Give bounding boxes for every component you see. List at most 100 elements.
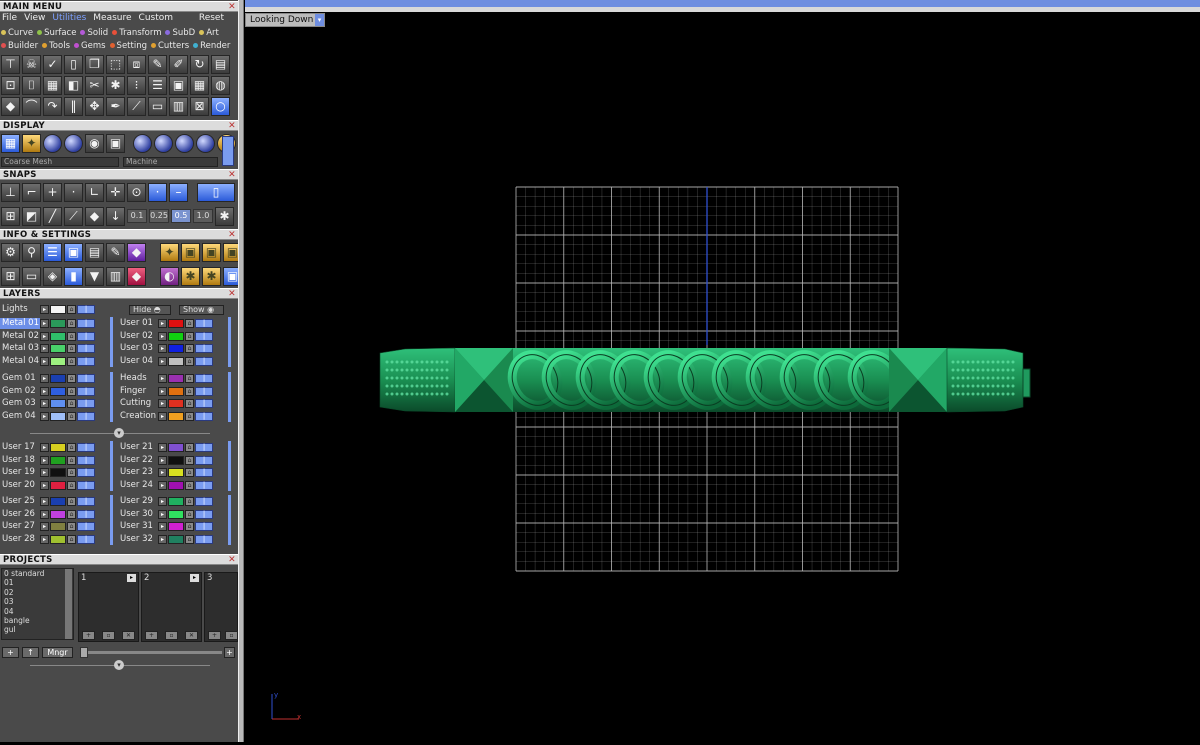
- layer-color-swatch[interactable]: [50, 411, 66, 421]
- lock-icon[interactable]: ⌂: [67, 305, 76, 314]
- doc-icon[interactable]: ▤: [211, 55, 230, 74]
- snap-slash-icon[interactable]: ╱: [43, 207, 62, 226]
- visibility-icon[interactable]: |: [195, 399, 213, 409]
- menu-measure[interactable]: Measure: [93, 12, 131, 25]
- layer-name[interactable]: User 32: [118, 534, 158, 545]
- shapes-icon[interactable]: ◆: [1, 97, 20, 116]
- layer-color-swatch[interactable]: [50, 331, 66, 341]
- arrow-icon[interactable]: ▸: [40, 319, 49, 328]
- layer-color-swatch[interactable]: [168, 356, 184, 366]
- menu-view[interactable]: View: [24, 12, 45, 25]
- render-2-icon[interactable]: ▣: [181, 243, 200, 262]
- close-icon[interactable]: ✕: [228, 555, 236, 566]
- plugin-cutters[interactable]: Cutters: [150, 40, 189, 52]
- layer-row[interactable]: User 18 ▸ ⌂ |: [0, 455, 95, 466]
- layer-color-swatch[interactable]: [50, 522, 66, 532]
- plugin-solid[interactable]: Solid: [80, 27, 108, 39]
- arrow-icon[interactable]: ▸: [158, 455, 167, 465]
- arrow-icon[interactable]: ▸: [158, 509, 167, 519]
- chevron-down-icon[interactable]: ▾: [315, 14, 324, 26]
- layer-color-swatch[interactable]: [168, 319, 184, 328]
- material-3-icon[interactable]: [175, 134, 194, 153]
- project-slot-1[interactable]: 1 ▸ + ▫ ✕: [78, 572, 139, 642]
- reset-button[interactable]: Reset: [199, 12, 224, 25]
- arrow-icon[interactable]: ▸: [127, 574, 136, 582]
- lock-icon[interactable]: ⌂: [67, 509, 76, 519]
- layer-color-swatch[interactable]: [168, 455, 184, 465]
- settings-icon[interactable]: ⚙: [1, 243, 20, 262]
- arrow-icon[interactable]: ▸: [40, 411, 49, 421]
- list-icon[interactable]: ▤: [85, 243, 104, 262]
- 3d-viewport[interactable]: y x: [245, 27, 1200, 742]
- arrow-icon[interactable]: ▸: [40, 443, 49, 452]
- layer-row[interactable]: Heads ▸ ⌂ |: [118, 373, 213, 384]
- layer-color-swatch[interactable]: [168, 344, 184, 354]
- project-item[interactable]: 04: [4, 607, 73, 616]
- lock-icon[interactable]: ⌂: [67, 534, 76, 544]
- layer-row[interactable]: Metal 03 ▸ ⌂ |: [0, 343, 95, 354]
- add-icon[interactable]: +: [208, 631, 221, 640]
- layer-name[interactable]: User 23: [118, 467, 158, 478]
- lights-color[interactable]: [50, 305, 66, 314]
- visibility-icon[interactable]: |: [77, 386, 95, 396]
- visibility-icon[interactable]: |: [77, 356, 95, 366]
- layer-color-swatch[interactable]: [50, 374, 66, 383]
- layer-row[interactable]: Metal 02 ▸ ⌂ |: [0, 331, 95, 342]
- project-item[interactable]: gul: [4, 625, 73, 634]
- layer-name[interactable]: User 02: [118, 331, 158, 342]
- arrow-icon[interactable]: ▸: [40, 356, 49, 366]
- layer-row[interactable]: User 30 ▸ ⌂ |: [118, 509, 213, 520]
- layer-group-bar[interactable]: [110, 441, 113, 491]
- layer-group-bar[interactable]: [228, 441, 231, 491]
- windows-icon[interactable]: ⊞: [1, 267, 20, 286]
- add-project-button[interactable]: +: [2, 647, 19, 658]
- lock-icon[interactable]: ⌂: [67, 399, 76, 409]
- layer-group-bar[interactable]: [228, 317, 231, 367]
- snap-diag-icon[interactable]: ⟋: [64, 207, 83, 226]
- layer-name[interactable]: User 21: [118, 442, 158, 453]
- save-icon[interactable]: ▫: [225, 631, 238, 640]
- layer-row[interactable]: User 22 ▸ ⌂ |: [118, 455, 213, 466]
- layer-row[interactable]: User 26 ▸ ⌂ |: [0, 509, 95, 520]
- delete-icon[interactable]: ✕: [122, 631, 135, 640]
- lock-icon[interactable]: ⌂: [185, 399, 194, 409]
- render-6-icon[interactable]: ✱: [181, 267, 200, 286]
- close-icon[interactable]: ✕: [228, 230, 236, 241]
- layer-row[interactable]: User 31 ▸ ⌂ |: [118, 521, 213, 532]
- layer-row[interactable]: User 19 ▸ ⌂ |: [0, 467, 95, 478]
- lock-icon[interactable]: ⌂: [185, 455, 194, 465]
- project-list[interactable]: 0 standard 01 02 03 04 bangle gul: [1, 568, 74, 640]
- layer-row[interactable]: Metal 04 ▸ ⌂ |: [0, 356, 95, 367]
- close-icon[interactable]: ✕: [228, 170, 236, 181]
- layer-row[interactable]: User 23 ▸ ⌂ |: [118, 467, 213, 478]
- snap-grid-icon[interactable]: ⊥: [1, 183, 20, 202]
- layer-color-swatch[interactable]: [50, 319, 66, 328]
- box-icon[interactable]: ▣: [169, 76, 188, 95]
- snap-line-icon[interactable]: –: [169, 183, 188, 202]
- layer-name[interactable]: User 28: [0, 534, 40, 545]
- layer-name[interactable]: Creation: [118, 411, 158, 422]
- layer-name[interactable]: Metal 03: [0, 343, 40, 354]
- add-icon[interactable]: +: [145, 631, 158, 640]
- plugin-render[interactable]: Render: [193, 40, 230, 52]
- layer-row[interactable]: User 17 ▸ ⌂ |: [0, 442, 95, 453]
- snap-rotate-icon[interactable]: ✛: [106, 183, 125, 202]
- layer-name[interactable]: Metal 02: [0, 331, 40, 342]
- plugin-curve[interactable]: Curve: [1, 27, 33, 39]
- layer-name[interactable]: Gem 01: [0, 373, 40, 384]
- snap-dot-icon[interactable]: ·: [148, 183, 167, 202]
- plugin-gems[interactable]: Gems: [74, 40, 106, 52]
- lock-icon[interactable]: ⌂: [185, 356, 194, 366]
- project-slider-handle[interactable]: [80, 647, 88, 658]
- visibility-icon[interactable]: |: [77, 509, 95, 519]
- ring-icon[interactable]: ○: [211, 97, 230, 116]
- layer-color-swatch[interactable]: [50, 344, 66, 354]
- rows-icon[interactable]: ☰: [148, 76, 167, 95]
- lock-icon[interactable]: ⌂: [67, 522, 76, 532]
- snap-tilt-icon[interactable]: ◩: [22, 207, 41, 226]
- layer-color-swatch[interactable]: [168, 374, 184, 383]
- layer-name[interactable]: Gem 02: [0, 386, 40, 397]
- lock-icon[interactable]: ⌂: [67, 455, 76, 465]
- layer-row[interactable]: User 27 ▸ ⌂ |: [0, 521, 95, 532]
- layer-color-swatch[interactable]: [168, 522, 184, 532]
